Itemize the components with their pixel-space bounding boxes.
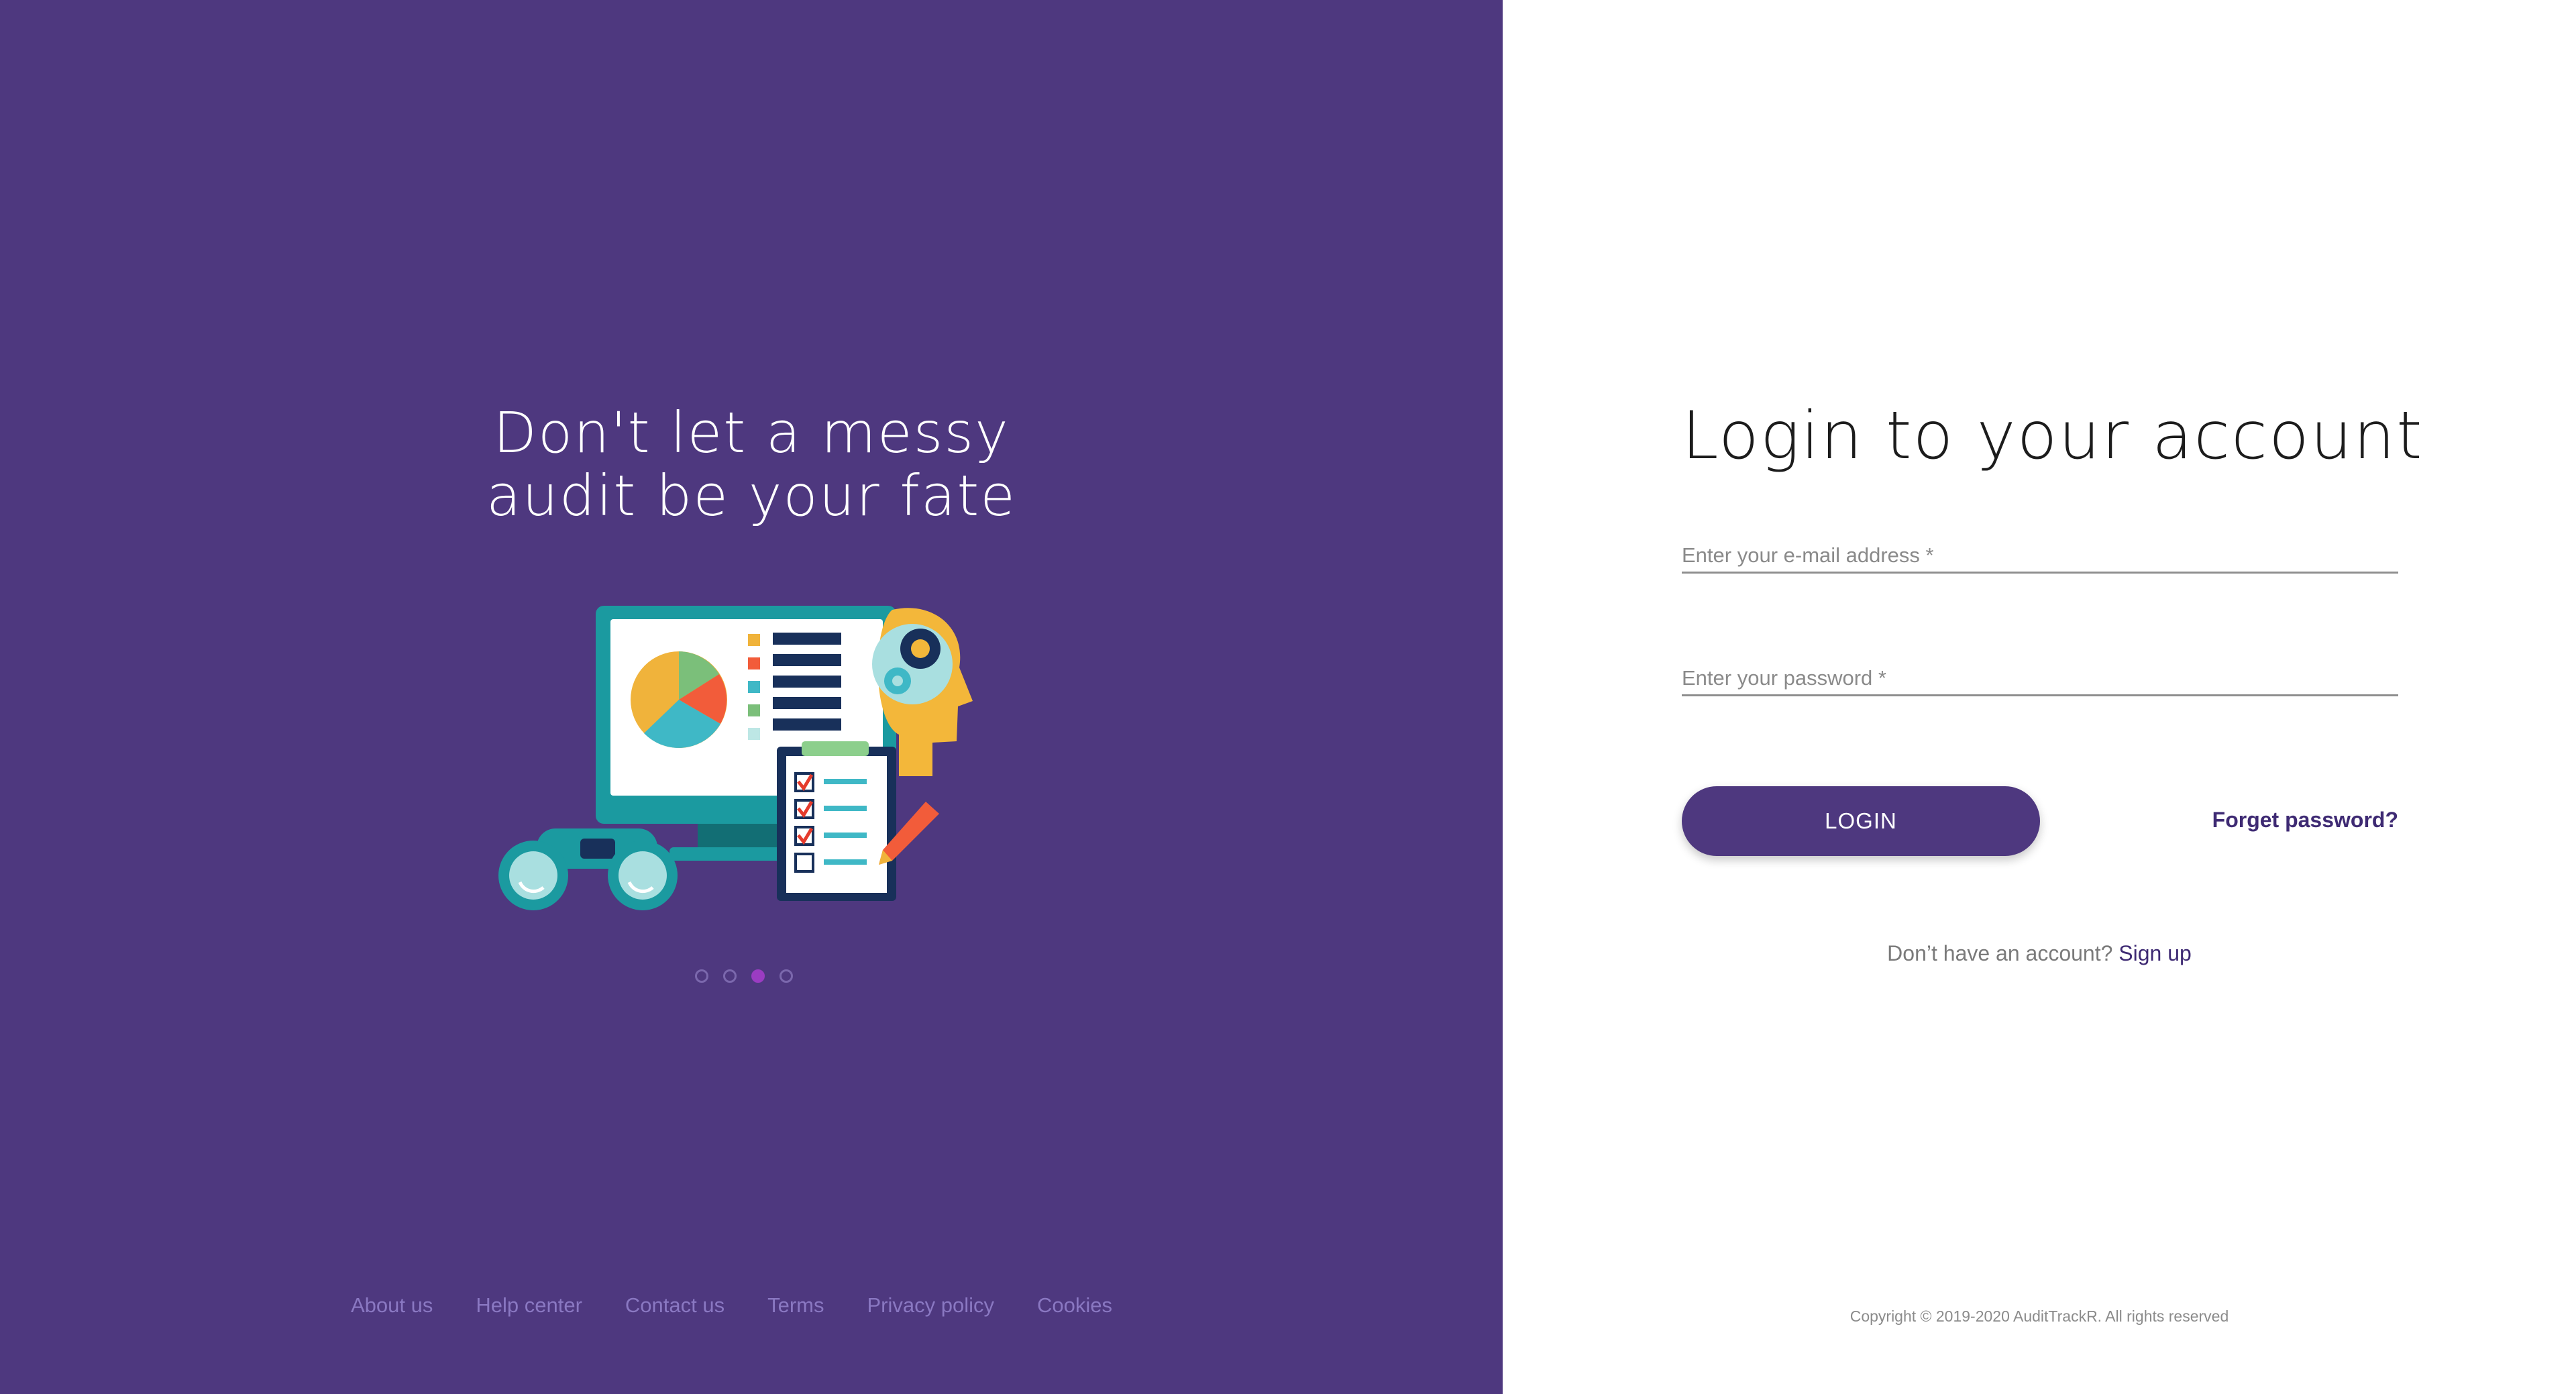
copyright-text: Copyright © 2019-2020 AuditTrackR. All r…: [1849, 1307, 2229, 1325]
footer-link-contact-us[interactable]: Contact us: [625, 1293, 724, 1318]
email-field-container: [1682, 525, 2398, 574]
forget-password-link[interactable]: Forget password?: [2212, 808, 2398, 833]
hero-headline: Don't let a messy audit be your fate: [0, 401, 1503, 527]
carousel-dot-3[interactable]: [751, 969, 765, 983]
footer-link-help-center[interactable]: Help center: [476, 1293, 582, 1318]
audit-illustration-icon: [498, 606, 973, 910]
carousel-dot-1[interactable]: [695, 969, 708, 983]
login-button[interactable]: LOGIN: [1682, 786, 2040, 856]
carousel-dots: [695, 967, 809, 985]
signup-link[interactable]: Sign up: [2118, 941, 2192, 965]
carousel-dot-4[interactable]: [780, 969, 793, 983]
no-account-text: Don’t have an account?: [1887, 941, 2113, 965]
login-panel: Login to your account LOGIN Forget passw…: [1503, 0, 2576, 1394]
signup-prompt: Don’t have an account? Sign up: [1503, 941, 2576, 966]
footer-link-privacy-policy[interactable]: Privacy policy: [867, 1293, 995, 1318]
footer-link-about-us[interactable]: About us: [351, 1293, 433, 1318]
password-field-container: [1682, 647, 2398, 696]
footer-link-cookies[interactable]: Cookies: [1037, 1293, 1112, 1318]
hero-panel: Don't let a messy audit be your fate Abo…: [0, 0, 1503, 1394]
password-field[interactable]: [1682, 666, 2398, 690]
footer-links: About us Help center Contact us Terms Pr…: [351, 1291, 1112, 1320]
hero-headline-line2: audit be your fate: [486, 463, 1016, 529]
login-title: Login to your account: [1682, 398, 2424, 474]
carousel-dot-2[interactable]: [723, 969, 737, 983]
email-field[interactable]: [1682, 543, 2398, 568]
hero-headline-line1: Don't let a messy: [493, 400, 1010, 466]
footer-link-terms[interactable]: Terms: [767, 1293, 824, 1318]
